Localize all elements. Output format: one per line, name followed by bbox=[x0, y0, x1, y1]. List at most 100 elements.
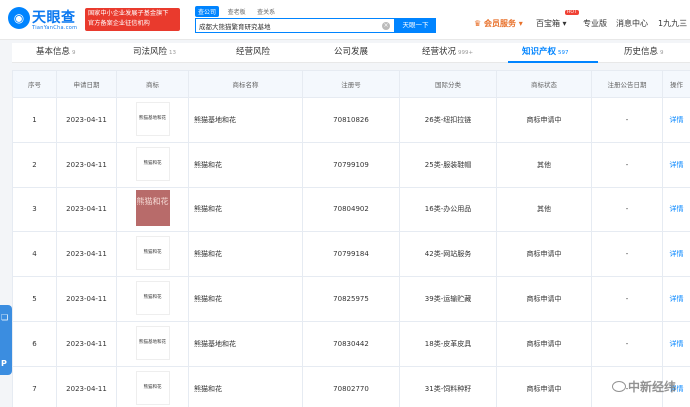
cell-intl-class: 16类-办公用品 bbox=[399, 186, 497, 233]
cell-intl-class: 18类-皮革皮具 bbox=[399, 320, 497, 367]
cell-reg-no: 70802770 bbox=[302, 365, 400, 407]
cell-apply-date: 2023-04-11 bbox=[56, 320, 117, 367]
detail-link[interactable]: 详情 bbox=[670, 161, 684, 169]
detail-link[interactable]: 详情 bbox=[670, 116, 684, 124]
cell-apply-date: 2023-04-11 bbox=[56, 141, 117, 188]
promo-line-1: 国家中小企业发展子基金旗下 bbox=[88, 10, 169, 17]
side-float-toolbar[interactable]: ❏ P bbox=[0, 305, 12, 375]
cell-intl-class: 25类-服装鞋帽 bbox=[399, 141, 497, 188]
detail-link[interactable]: 详情 bbox=[670, 205, 684, 213]
trademark-image[interactable]: 熊猫基地和花 bbox=[135, 101, 170, 136]
clear-icon[interactable]: × bbox=[382, 22, 390, 30]
logo-domain: TianYanCha.com bbox=[32, 25, 78, 31]
cell-reg-no: 70799184 bbox=[302, 231, 400, 278]
tab-count: 9 bbox=[72, 50, 76, 56]
tab-label: 知识产权 bbox=[522, 47, 557, 57]
tab-intellectual-property[interactable]: 知识产权 597 bbox=[522, 43, 569, 63]
scope-tab-boss[interactable]: 查老板 bbox=[225, 6, 249, 17]
tab-company-development[interactable]: 公司发展 bbox=[334, 43, 370, 63]
app-box-link[interactable]: 百宝箱 ▾ bbox=[536, 18, 567, 29]
tab-judicial-risk[interactable]: 司法风险 13 bbox=[133, 43, 176, 63]
col-header-trademark: 商标 bbox=[116, 70, 189, 98]
trademark-image[interactable]: 熊猫和花 bbox=[135, 190, 170, 227]
tianyancha-logo[interactable]: ◉ 天眼查 TianYanCha.com bbox=[8, 7, 80, 33]
col-header-index: 序号 bbox=[12, 70, 57, 98]
trademark-image[interactable]: 熊猫和花 bbox=[135, 236, 170, 271]
cell-action: 详情 bbox=[662, 320, 690, 367]
cell-notice-date: - bbox=[591, 276, 663, 322]
trademark-image[interactable]: 熊猫基地和花 bbox=[135, 325, 170, 360]
tab-count: 597 bbox=[558, 50, 569, 56]
cell-status: 其他 bbox=[496, 141, 592, 188]
tab-operating-status[interactable]: 经营状况 999+ bbox=[422, 43, 473, 63]
cell-apply-date: 2023-04-11 bbox=[56, 231, 117, 278]
tab-count: 9 bbox=[660, 50, 664, 56]
side-float-label: P bbox=[1, 359, 7, 368]
side-float-icon: ❏ bbox=[1, 313, 9, 322]
tab-history-info[interactable]: 历史信息 9 bbox=[624, 43, 664, 63]
cell-status: 其他 bbox=[496, 186, 592, 233]
trademark-image[interactable]: 熊猫和花 bbox=[135, 281, 170, 316]
cell-intl-class: 26类-纽扣拉链 bbox=[399, 97, 497, 143]
tab-basic-info[interactable]: 基本信息 9 bbox=[36, 43, 76, 63]
cell-trademark: 熊猫基地和花 bbox=[116, 97, 189, 143]
company-tabs: 基本信息 9 司法风险 13 经营风险 公司发展 经营状况 999+ 知识产权 597 … bbox=[12, 43, 690, 63]
logo-name: 天眼查 bbox=[32, 10, 76, 26]
cell-trademark: 熊猫和花 bbox=[116, 365, 189, 407]
cell-reg-no: 70799109 bbox=[302, 141, 400, 188]
cell-status: 商标申请中 bbox=[496, 231, 592, 278]
table-row: 5 2023-04-11 熊猫和花 熊猫和花 70825975 39类-运输贮藏… bbox=[12, 276, 690, 322]
cell-trademark-name: 熊猫和花 bbox=[188, 276, 303, 322]
message-center-link[interactable]: 消息中心 bbox=[616, 18, 648, 29]
cell-index: 1 bbox=[12, 97, 57, 143]
cell-index: 7 bbox=[12, 365, 57, 407]
logo-eye-icon: ◉ bbox=[8, 7, 30, 29]
search-button[interactable]: 天眼一下 bbox=[395, 18, 436, 33]
scope-tab-company[interactable]: 查公司 bbox=[195, 6, 220, 17]
promo-banner[interactable]: 国家中小企业发展子基金旗下 官方备案企业征信机构 bbox=[85, 8, 180, 31]
tab-business-risk[interactable]: 经营风险 bbox=[236, 43, 272, 63]
search-scope-tabs: 查公司 查老板 查关系 bbox=[195, 6, 281, 17]
cell-index: 6 bbox=[12, 320, 57, 367]
col-header-trademark-name: 商标名称 bbox=[188, 70, 303, 98]
table-row: 7 2023-04-11 熊猫和花 熊猫和花 70802770 31类-饲料种籽… bbox=[12, 365, 690, 407]
pro-version-link[interactable]: 专业版 bbox=[583, 18, 607, 29]
detail-link[interactable]: 详情 bbox=[670, 340, 684, 348]
cell-notice-date: - bbox=[591, 231, 663, 278]
cell-index: 3 bbox=[12, 186, 57, 233]
cell-status: 商标申请中 bbox=[496, 320, 592, 367]
trademark-image[interactable]: 熊猫和花 bbox=[135, 370, 170, 405]
search-input[interactable] bbox=[199, 20, 379, 32]
table-row: 3 2023-04-11 熊猫和花 熊猫和花 70804902 16类-办公用品… bbox=[12, 186, 690, 233]
user-menu[interactable]: 1九九三 bbox=[658, 18, 687, 29]
trademark-table: 序号 申请日期 商标 商标名称 注册号 国际分类 商标状态 注册公告日期 操作 … bbox=[12, 70, 690, 407]
detail-link[interactable]: 详情 bbox=[670, 295, 684, 303]
cell-index: 2 bbox=[12, 141, 57, 188]
cell-action: 详情 bbox=[662, 186, 690, 233]
detail-link[interactable]: 详情 bbox=[670, 250, 684, 258]
col-header-notice-date: 注册公告日期 bbox=[591, 70, 663, 98]
tab-count: 999+ bbox=[458, 50, 474, 56]
table-row: 1 2023-04-11 熊猫基地和花 熊猫基地和花 70810826 26类-… bbox=[12, 97, 690, 143]
cell-trademark: 熊猫和花 bbox=[116, 141, 189, 188]
cell-apply-date: 2023-04-11 bbox=[56, 276, 117, 322]
cell-intl-class: 42类-网站服务 bbox=[399, 231, 497, 278]
cell-action: 详情 bbox=[662, 231, 690, 278]
scope-tab-relation[interactable]: 查关系 bbox=[254, 6, 278, 17]
watermark: 中新经纬 bbox=[612, 378, 676, 395]
promo-line-2: 官方备案企业征信机构 bbox=[88, 20, 150, 27]
cell-reg-no: 70810826 bbox=[302, 97, 400, 143]
cell-notice-date: - bbox=[591, 97, 663, 143]
trademark-table-container: 序号 申请日期 商标 商标名称 注册号 国际分类 商标状态 注册公告日期 操作 … bbox=[12, 70, 690, 407]
cell-apply-date: 2023-04-11 bbox=[56, 97, 117, 143]
cell-notice-date: - bbox=[591, 186, 663, 233]
weibo-icon bbox=[612, 381, 626, 392]
vip-service-link[interactable]: ♛ 会员服务 ▾ bbox=[474, 18, 523, 29]
search-box: × bbox=[195, 18, 395, 33]
cell-trademark: 熊猫和花 bbox=[116, 186, 189, 233]
trademark-image[interactable]: 熊猫和花 bbox=[135, 146, 170, 181]
cell-action: 详情 bbox=[662, 276, 690, 322]
cell-status: 商标申请中 bbox=[496, 276, 592, 322]
cell-trademark: 熊猫和花 bbox=[116, 231, 189, 278]
cell-action: 详情 bbox=[662, 141, 690, 188]
